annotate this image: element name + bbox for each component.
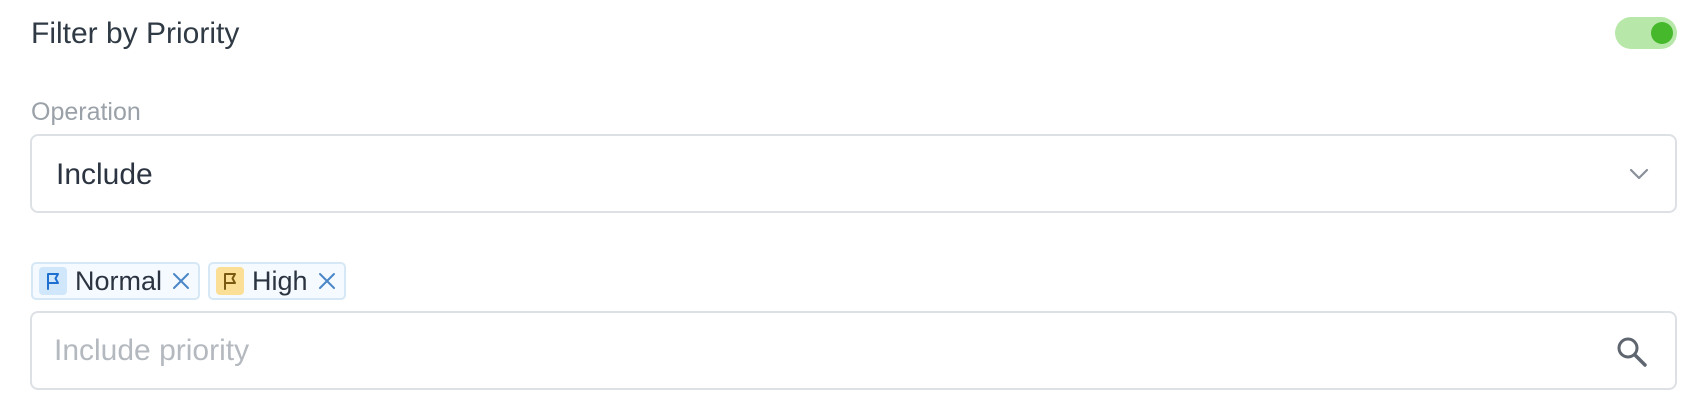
remove-high-chip-button[interactable] [316, 270, 338, 292]
operation-select[interactable]: Include [30, 134, 1677, 213]
include-priority-search-input[interactable] [54, 329, 1594, 373]
operation-label: Operation [31, 98, 141, 126]
remove-normal-chip-button[interactable] [170, 270, 192, 292]
close-icon [318, 273, 335, 289]
section-title: Filter by Priority [31, 17, 240, 50]
selected-priority-chips: Normal High [31, 262, 346, 302]
flag-icon [216, 267, 245, 295]
flag-icon [39, 267, 67, 295]
priority-search-box [30, 311, 1677, 390]
close-icon [173, 273, 190, 289]
chip-label: Normal [75, 266, 163, 296]
chip-label: High [252, 266, 308, 296]
toggle-knob [1651, 22, 1673, 44]
priority-filter-toggle[interactable] [1615, 17, 1677, 49]
search-icon[interactable] [1615, 335, 1649, 369]
chip-high: High [208, 262, 346, 300]
operation-selected-value: Include [56, 158, 153, 191]
chip-normal: Normal [31, 262, 201, 300]
chevron-down-icon [1629, 168, 1649, 180]
